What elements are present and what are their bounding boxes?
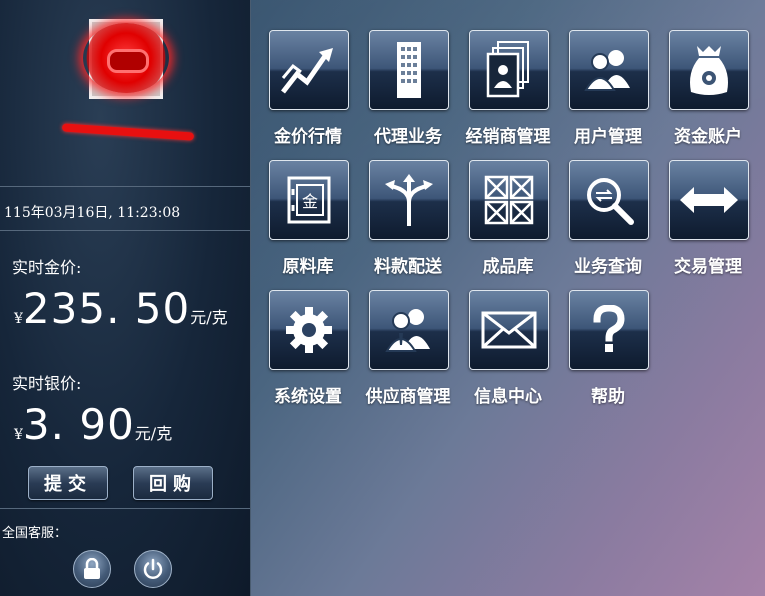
- divider: [0, 230, 250, 231]
- menu-label: 信息中心: [474, 387, 542, 407]
- menu-trade-management[interactable]: 交易管理: [653, 132, 763, 277]
- divider: [0, 186, 250, 187]
- menu-system-settings[interactable]: 系统设置: [253, 262, 363, 407]
- menu-message-center[interactable]: 信息中心: [453, 262, 563, 407]
- power-button[interactable]: [134, 550, 172, 588]
- menu-material-delivery[interactable]: 料款配送: [353, 132, 463, 277]
- buyback-button[interactable]: 回购: [133, 466, 213, 500]
- menu-dealer-management[interactable]: 经销商管理: [453, 2, 563, 147]
- menu-fund-account[interactable]: 资金账户: [653, 2, 763, 147]
- envelope-icon: [469, 290, 549, 370]
- datetime-display: 115年03月16日, 11:23:08: [4, 205, 181, 221]
- currency-symbol: ¥: [14, 427, 23, 443]
- chart-trend-icon: [269, 30, 349, 110]
- exchange-arrows-icon: [669, 160, 749, 240]
- magnifier-icon: [569, 160, 649, 240]
- lock-button[interactable]: [73, 550, 111, 588]
- menu-supplier-management[interactable]: 供应商管理: [353, 262, 463, 407]
- menu-agency-business[interactable]: 代理业务: [353, 2, 463, 147]
- left-panel: 115年03月16日, 11:23:08 实时金价: ¥235. 50元/克 实…: [0, 0, 251, 596]
- menu-finished-goods-warehouse[interactable]: 成品库: [453, 132, 563, 277]
- question-icon: [569, 290, 649, 370]
- menu-label: 系统设置: [274, 387, 342, 407]
- documents-person-icon: [469, 30, 549, 110]
- supplier-people-icon: [369, 290, 449, 370]
- svg-text:金: 金: [302, 192, 318, 211]
- users-icon: [569, 30, 649, 110]
- brand-name-redacted: [61, 118, 195, 158]
- currency-symbol: ¥: [14, 311, 23, 327]
- main-menu-area: 金价行情 代理业务 经销商管理 用户管理 资金账户 金 原料库 料款配送 成品库…: [251, 0, 765, 596]
- silver-price-value: 3. 90: [22, 400, 135, 449]
- money-bag-icon: [669, 30, 749, 110]
- logo: [83, 19, 169, 99]
- menu-raw-material-warehouse[interactable]: 金 原料库: [253, 132, 363, 277]
- menu-help[interactable]: 帮助: [553, 262, 663, 407]
- menu-gold-quotes[interactable]: 金价行情: [253, 2, 363, 147]
- gear-icon: [269, 290, 349, 370]
- building-icon: [369, 30, 449, 110]
- service-hotline-label: 全国客服：: [2, 526, 68, 541]
- gold-price-value: 235. 50: [22, 284, 191, 333]
- submit-button[interactable]: 提交: [28, 466, 108, 500]
- safe-icon: 金: [269, 160, 349, 240]
- gold-price-label: 实时金价:: [12, 258, 82, 277]
- menu-label: 帮助: [591, 387, 625, 407]
- gold-price: ¥235. 50元/克: [14, 284, 228, 333]
- menu-label: 供应商管理: [365, 387, 451, 407]
- menu-user-management[interactable]: 用户管理: [553, 2, 663, 147]
- silver-price: ¥3. 90元/克: [14, 400, 172, 449]
- divider: [0, 508, 250, 509]
- menu-label: 交易管理: [674, 257, 742, 277]
- power-icon: [143, 558, 163, 579]
- boxes-icon: [469, 160, 549, 240]
- menu-business-query[interactable]: 业务查询: [553, 132, 663, 277]
- price-unit: 元/克: [134, 424, 173, 443]
- lock-icon: [84, 558, 100, 579]
- price-unit: 元/克: [190, 308, 228, 327]
- silver-price-label: 实时银价:: [12, 374, 82, 393]
- split-arrows-icon: [369, 160, 449, 240]
